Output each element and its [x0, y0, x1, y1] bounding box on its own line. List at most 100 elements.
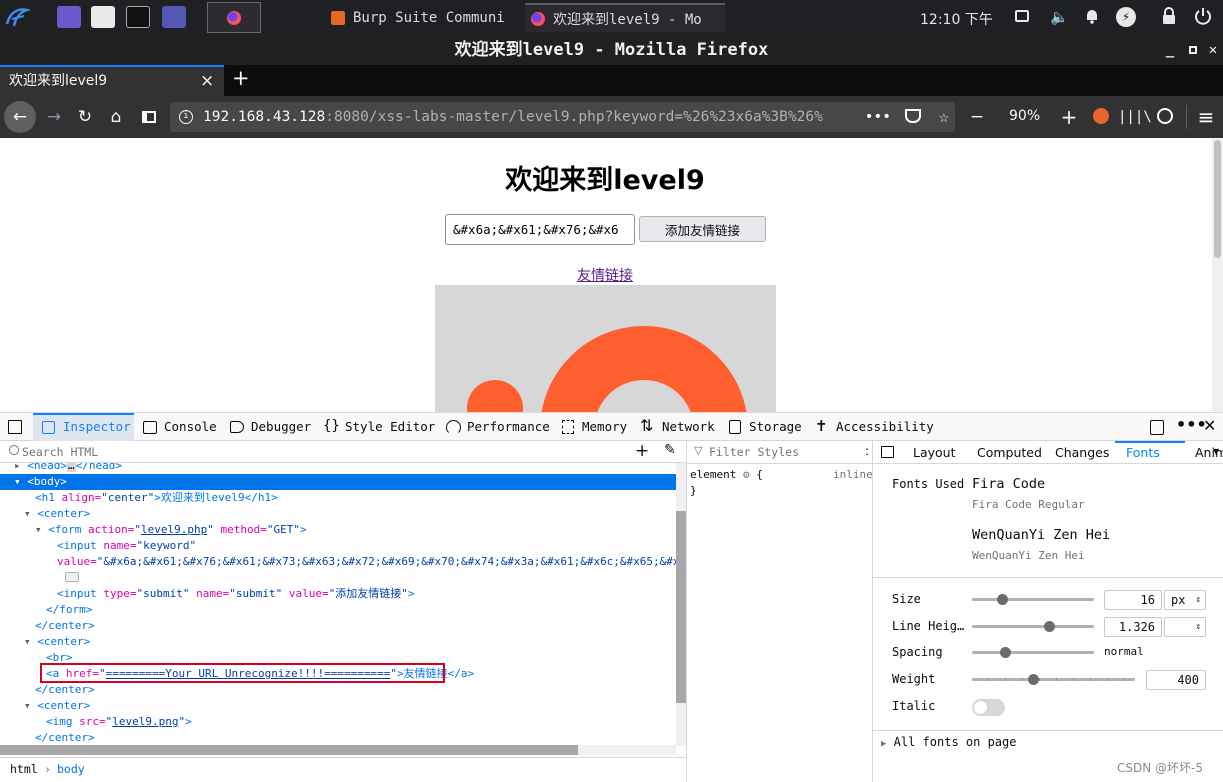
keyword-input[interactable]: [445, 214, 635, 245]
add-node-icon[interactable]: +: [635, 441, 649, 461]
page-scrollbar-thumb[interactable]: [1214, 140, 1221, 258]
markup-line-img[interactable]: <img src="level9.png">: [0, 714, 192, 730]
logout-icon[interactable]: [1194, 7, 1212, 25]
line-height-slider[interactable]: [972, 621, 1094, 632]
account-icon[interactable]: [1157, 108, 1173, 124]
hackbar-extension-icon[interactable]: [1093, 108, 1109, 124]
markup-line-form[interactable]: ▾ <form action="level9.php" method="GET"…: [0, 522, 307, 538]
size-slider-knob[interactable]: [997, 594, 1008, 605]
add-link-button[interactable]: 添加友情链接: [639, 216, 766, 242]
workspace-icon[interactable]: [57, 6, 81, 28]
taskbar-item-firefox[interactable]: 欢迎来到level9 - Mo: [525, 3, 725, 32]
markup-line-center2-close[interactable]: </center>: [0, 682, 95, 698]
weight-slider[interactable]: [972, 674, 1135, 685]
event-badge[interactable]: [65, 572, 79, 582]
tab-console[interactable]: Console: [164, 413, 217, 441]
size-slider[interactable]: [972, 594, 1094, 605]
tab-network[interactable]: Network: [662, 413, 715, 441]
back-button[interactable]: ←: [4, 101, 36, 133]
tab-performance[interactable]: Performance: [467, 413, 550, 441]
breadcrumb-html[interactable]: html: [10, 758, 38, 780]
volume-icon[interactable]: 🔈: [1050, 8, 1069, 26]
markup-line-center3-close[interactable]: </center>: [0, 730, 95, 746]
weight-slider-knob[interactable]: [1028, 674, 1039, 685]
markup-line-form-close[interactable]: </form>: [0, 602, 92, 618]
size-input[interactable]: 16: [1104, 590, 1162, 610]
spacing-slider[interactable]: [972, 647, 1094, 658]
tab-debugger[interactable]: Debugger: [251, 413, 311, 441]
file-manager-icon[interactable]: [91, 6, 115, 28]
markup-line-center2[interactable]: ▾ <center>: [0, 634, 90, 650]
markup-line-input-value[interactable]: value="&#x6a;&#x61;&#x76;&#x61;&#x73;&#x…: [0, 554, 676, 570]
bookmark-star-icon[interactable]: ☆: [939, 102, 949, 132]
taskbar-item-burp[interactable]: Burp Suite Communi: [325, 3, 527, 32]
pseudo-toggle-icon[interactable]: :: [865, 444, 869, 458]
power-manager-icon[interactable]: ⚡: [1116, 7, 1136, 27]
markup-line-h1[interactable]: <h1 align="center">欢迎来到level9</h1>: [0, 490, 278, 506]
maximize-button[interactable]: [1183, 35, 1203, 65]
markup-line-center[interactable]: ▾ <center>: [0, 506, 90, 522]
size-unit-select[interactable]: px ⇕: [1164, 590, 1206, 610]
search-html-input[interactable]: [22, 443, 612, 461]
weight-input[interactable]: 400: [1146, 670, 1206, 690]
home-button[interactable]: ⌂: [101, 102, 131, 132]
friend-link[interactable]: 友情链接: [577, 265, 633, 285]
markup-hscrollbar[interactable]: [0, 745, 676, 755]
italic-toggle[interactable]: [972, 699, 1005, 716]
site-info-icon[interactable]: i: [179, 110, 193, 124]
tab-fonts[interactable]: Fonts: [1126, 445, 1160, 460]
kali-menu-icon[interactable]: [4, 4, 32, 30]
screen-recorder-icon[interactable]: [162, 6, 186, 28]
tab-computed[interactable]: Computed: [977, 445, 1042, 460]
rule-source[interactable]: inline: [833, 467, 873, 483]
tab-storage[interactable]: Storage: [749, 413, 802, 441]
element-picker-icon[interactable]: [8, 420, 22, 434]
new-tab-button[interactable]: +: [232, 66, 250, 90]
notification-bell-icon[interactable]: [1085, 8, 1099, 24]
lock-icon[interactable]: [1162, 7, 1176, 25]
app-menu-button[interactable]: ≡: [1191, 102, 1221, 132]
tab-changes[interactable]: Changes: [1055, 445, 1109, 460]
close-devtools-icon[interactable]: ✕: [1203, 416, 1216, 435]
filter-styles-input[interactable]: [709, 443, 859, 461]
line-height-input[interactable]: 1.326: [1104, 617, 1162, 637]
terminal-icon[interactable]: [126, 6, 150, 28]
tab-memory[interactable]: Memory: [582, 413, 627, 441]
breadcrumb-body[interactable]: body: [57, 758, 85, 780]
line-height-slider-knob[interactable]: [1044, 621, 1055, 632]
tab-layout[interactable]: Layout: [913, 445, 956, 460]
zoom-out-button[interactable]: −: [962, 102, 992, 132]
markup-line-center-close[interactable]: </center>: [0, 618, 95, 634]
markup-vscrollbar-thumb[interactable]: [676, 511, 686, 703]
markup-hscrollbar-thumb[interactable]: [0, 745, 578, 755]
markup-line-input-keyword[interactable]: <input name="keyword": [0, 538, 196, 554]
markup-line-center3[interactable]: ▾ <center>: [0, 698, 90, 714]
markup-line-input-submit[interactable]: <input type="submit" name="submit" value…: [0, 586, 414, 602]
url-bar[interactable]: i 192.168.43.128:8080/xss-labs-master/lev…: [170, 102, 955, 132]
pocket-icon[interactable]: [905, 109, 921, 123]
markup-vscrollbar[interactable]: [676, 463, 686, 746]
close-tab-icon[interactable]: ×: [200, 67, 214, 95]
all-fonts-toggle[interactable]: ▶ All fonts on page: [881, 735, 1016, 749]
spacing-slider-knob[interactable]: [1000, 647, 1011, 658]
tab-level9[interactable]: 欢迎来到level9 ×: [0, 65, 224, 96]
zoom-in-button[interactable]: +: [1054, 102, 1084, 132]
minimize-button[interactable]: _: [1160, 35, 1180, 65]
line-height-unit-select[interactable]: ⇕: [1164, 617, 1206, 637]
toggle-sidebar-icon[interactable]: [881, 446, 894, 458]
firefox-launcher[interactable]: [207, 2, 261, 33]
page-actions-icon[interactable]: •••: [860, 102, 891, 132]
markup-line-body-selected[interactable]: ▾ <body>: [0, 474, 676, 490]
display-icon[interactable]: [1015, 10, 1029, 22]
tab-accessibility[interactable]: Accessibility: [836, 413, 934, 441]
library-icon[interactable]: |||\: [1118, 102, 1152, 132]
clock[interactable]: 12:10 下午: [920, 9, 993, 29]
forward-button[interactable]: →: [39, 102, 69, 132]
close-window-button[interactable]: ✕: [1203, 35, 1223, 65]
reload-button[interactable]: ↻: [70, 102, 100, 132]
zoom-level[interactable]: 90%: [1009, 108, 1040, 124]
tab-style-editor[interactable]: Style Editor: [345, 413, 435, 441]
markup-line-head[interactable]: ▸ <head>…</head>: [0, 463, 122, 474]
rule-selector[interactable]: element ⚙ {: [690, 467, 763, 483]
eyedropper-icon[interactable]: ✎: [664, 442, 676, 458]
